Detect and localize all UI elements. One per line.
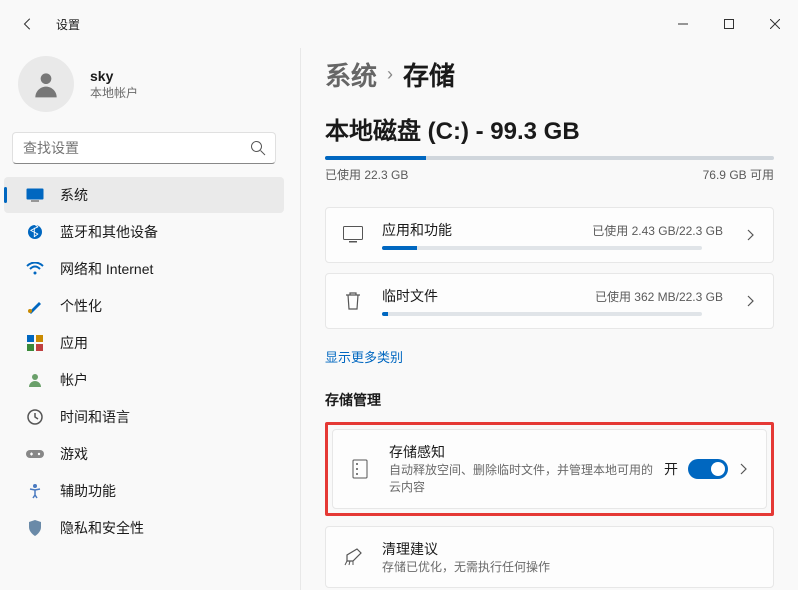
nav-label: 游戏 bbox=[60, 444, 88, 464]
nav-label: 应用 bbox=[60, 333, 88, 353]
card-cleanup[interactable]: 清理建议 存储已优化，无需执行任何操作 bbox=[325, 526, 774, 589]
nav-label: 蓝牙和其他设备 bbox=[60, 222, 158, 242]
back-button[interactable] bbox=[18, 14, 38, 34]
card-title: 清理建议 bbox=[382, 539, 757, 559]
close-button[interactable] bbox=[752, 8, 798, 40]
disk-used-text: 已使用 22.3 GB bbox=[325, 166, 408, 183]
window-title: 设置 bbox=[56, 16, 80, 33]
chevron-right-icon: › bbox=[387, 64, 393, 85]
trash-icon bbox=[342, 290, 364, 312]
nav-personalization[interactable]: 个性化 bbox=[4, 288, 284, 324]
nav-bluetooth[interactable]: 蓝牙和其他设备 bbox=[4, 214, 284, 250]
card-sub: 存储已优化，无需执行任何操作 bbox=[382, 559, 757, 576]
nav-network[interactable]: 网络和 Internet bbox=[4, 251, 284, 287]
minimize-button[interactable] bbox=[660, 8, 706, 40]
person-icon bbox=[30, 68, 62, 100]
nav-label: 时间和语言 bbox=[60, 407, 130, 427]
nav-label: 辅助功能 bbox=[60, 481, 116, 501]
avatar bbox=[18, 56, 74, 112]
gaming-icon bbox=[26, 445, 44, 463]
nav-label: 系统 bbox=[60, 185, 88, 205]
chevron-right-icon bbox=[736, 462, 750, 476]
card-title: 临时文件 bbox=[382, 286, 438, 306]
nav-privacy[interactable]: 隐私和安全性 bbox=[4, 510, 284, 546]
card-sub: 自动释放空间、删除临时文件，并管理本地可用的云内容 bbox=[389, 462, 664, 496]
nav-system[interactable]: 系统 bbox=[4, 177, 284, 213]
account-icon bbox=[26, 371, 44, 389]
close-icon bbox=[770, 19, 780, 29]
nav-label: 个性化 bbox=[60, 296, 102, 316]
nav-apps[interactable]: 应用 bbox=[4, 325, 284, 361]
system-icon bbox=[26, 186, 44, 204]
accessibility-icon bbox=[26, 482, 44, 500]
user-name: sky bbox=[90, 68, 138, 84]
show-more-link[interactable]: 显示更多类别 bbox=[325, 347, 403, 366]
brush-icon bbox=[26, 297, 44, 315]
apps-icon bbox=[26, 334, 44, 352]
user-block[interactable]: sky 本地帐户 bbox=[0, 48, 288, 132]
storage-sense-toggle[interactable] bbox=[688, 459, 728, 479]
disk-title: 本地磁盘 (C:) - 99.3 GB bbox=[325, 111, 774, 146]
bluetooth-icon bbox=[26, 223, 44, 241]
nav-label: 帐户 bbox=[60, 370, 88, 390]
user-sub: 本地帐户 bbox=[90, 84, 138, 101]
maximize-button[interactable] bbox=[706, 8, 752, 40]
card-temp-files[interactable]: 临时文件 已使用 362 MB/22.3 GB bbox=[325, 273, 774, 329]
storage-sense-icon bbox=[349, 458, 371, 480]
disk-usage-bar bbox=[325, 156, 774, 160]
wifi-icon bbox=[26, 260, 44, 278]
nav-accessibility[interactable]: 辅助功能 bbox=[4, 473, 284, 509]
nav-time-language[interactable]: 时间和语言 bbox=[4, 399, 284, 435]
breadcrumb: 系统 › 存储 bbox=[325, 56, 774, 93]
minimize-icon bbox=[678, 19, 688, 29]
nav-accounts[interactable]: 帐户 bbox=[4, 362, 284, 398]
card-storage-sense[interactable]: 存储感知 自动释放空间、删除临时文件，并管理本地可用的云内容 开 bbox=[332, 429, 767, 509]
nav-gaming[interactable]: 游戏 bbox=[4, 436, 284, 472]
toggle-label: 开 bbox=[664, 459, 678, 479]
nav-label: 网络和 Internet bbox=[60, 259, 153, 279]
breadcrumb-parent[interactable]: 系统 bbox=[325, 56, 377, 93]
card-title: 应用和功能 bbox=[382, 220, 452, 240]
section-title: 存储管理 bbox=[325, 390, 774, 410]
apps-features-icon bbox=[342, 224, 364, 246]
chevron-right-icon bbox=[743, 294, 757, 308]
search-input[interactable] bbox=[12, 132, 276, 164]
highlight-box: 存储感知 自动释放空间、删除临时文件，并管理本地可用的云内容 开 bbox=[325, 422, 774, 516]
clock-icon bbox=[26, 408, 44, 426]
breadcrumb-current: 存储 bbox=[403, 56, 455, 93]
shield-icon bbox=[26, 519, 44, 537]
nav-label: 隐私和安全性 bbox=[60, 518, 144, 538]
card-meta: 已使用 362 MB/22.3 GB bbox=[595, 288, 723, 305]
card-meta: 已使用 2.43 GB/22.3 GB bbox=[592, 222, 723, 239]
card-title: 存储感知 bbox=[389, 442, 664, 462]
disk-free-text: 76.9 GB 可用 bbox=[703, 166, 774, 183]
chevron-right-icon bbox=[743, 228, 757, 242]
arrow-left-icon bbox=[21, 17, 35, 31]
broom-icon bbox=[342, 546, 364, 568]
maximize-icon bbox=[724, 19, 734, 29]
card-apps[interactable]: 应用和功能 已使用 2.43 GB/22.3 GB bbox=[325, 207, 774, 263]
